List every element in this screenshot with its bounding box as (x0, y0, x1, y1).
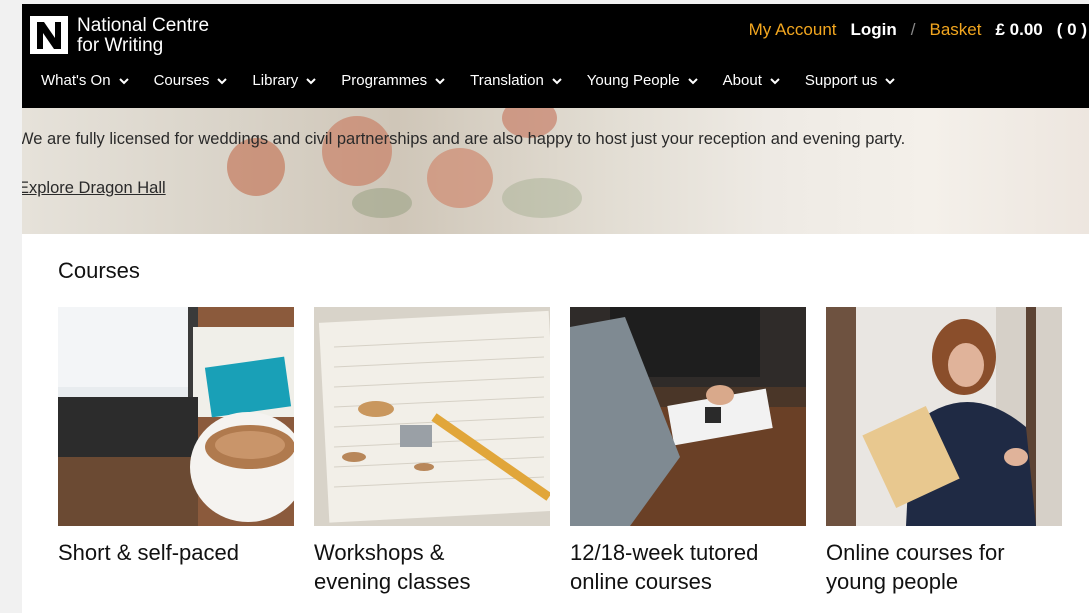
courses-cards: Short & self-paced Workshops & evening c… (58, 307, 1068, 607)
basket-count: ( 0 ) (1056, 20, 1087, 39)
courses-heading: Courses (58, 258, 140, 283)
chevron-down-icon (552, 77, 562, 84)
main-nav: What's On Courses Library Programmes Tra… (41, 72, 920, 89)
flower-decoration (427, 148, 493, 208)
logo-n-icon (30, 16, 68, 54)
utility-bar: My Account Login / Basket £ 0.00 ( 0 ) (749, 20, 1087, 40)
nav-young-people[interactable]: Young People (587, 72, 699, 89)
nav-support-us[interactable]: Support us (805, 72, 897, 89)
course-card-label: 12/18-week tutored online courses (570, 538, 806, 596)
login-link[interactable]: Login (851, 20, 897, 40)
page: National Centre for Writing My Account L… (22, 4, 1089, 613)
course-image-young-reader (826, 307, 1062, 526)
hero-banner: We are fully licensed for weddings and c… (22, 108, 1089, 234)
course-image-notebook-pencil (314, 307, 550, 526)
course-label-line-1: Short & self-paced (58, 540, 239, 565)
course-card-workshops[interactable]: Workshops & evening classes (314, 307, 550, 596)
course-image-laptop-coffee (58, 307, 294, 526)
course-card-young-people[interactable]: Online courses for young people (826, 307, 1062, 596)
nav-label: Courses (153, 72, 210, 89)
my-account-link[interactable]: My Account (749, 20, 837, 40)
nav-about[interactable]: About (723, 72, 781, 89)
site-logo[interactable]: National Centre for Writing (30, 16, 209, 56)
chevron-down-icon (435, 77, 445, 84)
nav-label: Young People (586, 72, 680, 89)
course-card-label: Online courses for young people (826, 538, 1062, 596)
course-label-line-1: Workshops & (314, 540, 445, 565)
logo-line-2: for Writing (77, 35, 164, 56)
chevron-down-icon (306, 77, 316, 84)
course-label-line-2: evening classes (314, 569, 471, 594)
leaf-decoration (352, 188, 412, 218)
separator: / (910, 20, 916, 39)
flower-decoration (322, 116, 392, 186)
nav-label: Translation (470, 72, 544, 89)
course-label-line-1: Online courses for (826, 540, 1005, 565)
explore-dragon-hall-link[interactable]: Explore Dragon Hall (22, 179, 166, 198)
logo-line-1: National Centre (77, 15, 210, 36)
course-card-tutored[interactable]: 12/18-week tutored online courses (570, 307, 806, 596)
nav-label: Library (252, 72, 299, 89)
nav-courses[interactable]: Courses (154, 72, 229, 89)
nav-programmes[interactable]: Programmes (341, 72, 446, 89)
logo-text: National Centre for Writing (77, 16, 209, 56)
basket-total: £ 0.00 (995, 20, 1043, 39)
chevron-down-icon (770, 77, 780, 84)
course-label-line-2: online courses (570, 569, 712, 594)
chevron-down-icon (687, 77, 698, 84)
basket-link[interactable]: Basket (930, 20, 982, 40)
course-label-line-1: 12/18-week tutored (570, 540, 759, 565)
course-label-line-2: young people (826, 569, 959, 594)
course-image-people-writing (570, 307, 806, 526)
chevron-down-icon (118, 77, 129, 84)
course-card-label: Short & self-paced (58, 538, 294, 567)
nav-translation[interactable]: Translation (470, 72, 563, 89)
course-card-short[interactable]: Short & self-paced (58, 307, 294, 567)
nav-whats-on[interactable]: What's On (41, 72, 130, 89)
course-card-label: Workshops & evening classes (314, 538, 550, 596)
nav-label: Support us (804, 72, 878, 89)
nav-label: Programmes (341, 72, 428, 89)
leaf-decoration (502, 178, 582, 218)
chevron-down-icon (217, 77, 228, 84)
chevron-down-icon (885, 77, 896, 84)
nav-label: What's On (41, 72, 111, 89)
hero-text: We are fully licensed for weddings and c… (22, 130, 906, 148)
nav-label: About (722, 72, 762, 89)
site-header: National Centre for Writing My Account L… (22, 4, 1089, 108)
nav-library[interactable]: Library (252, 72, 317, 89)
